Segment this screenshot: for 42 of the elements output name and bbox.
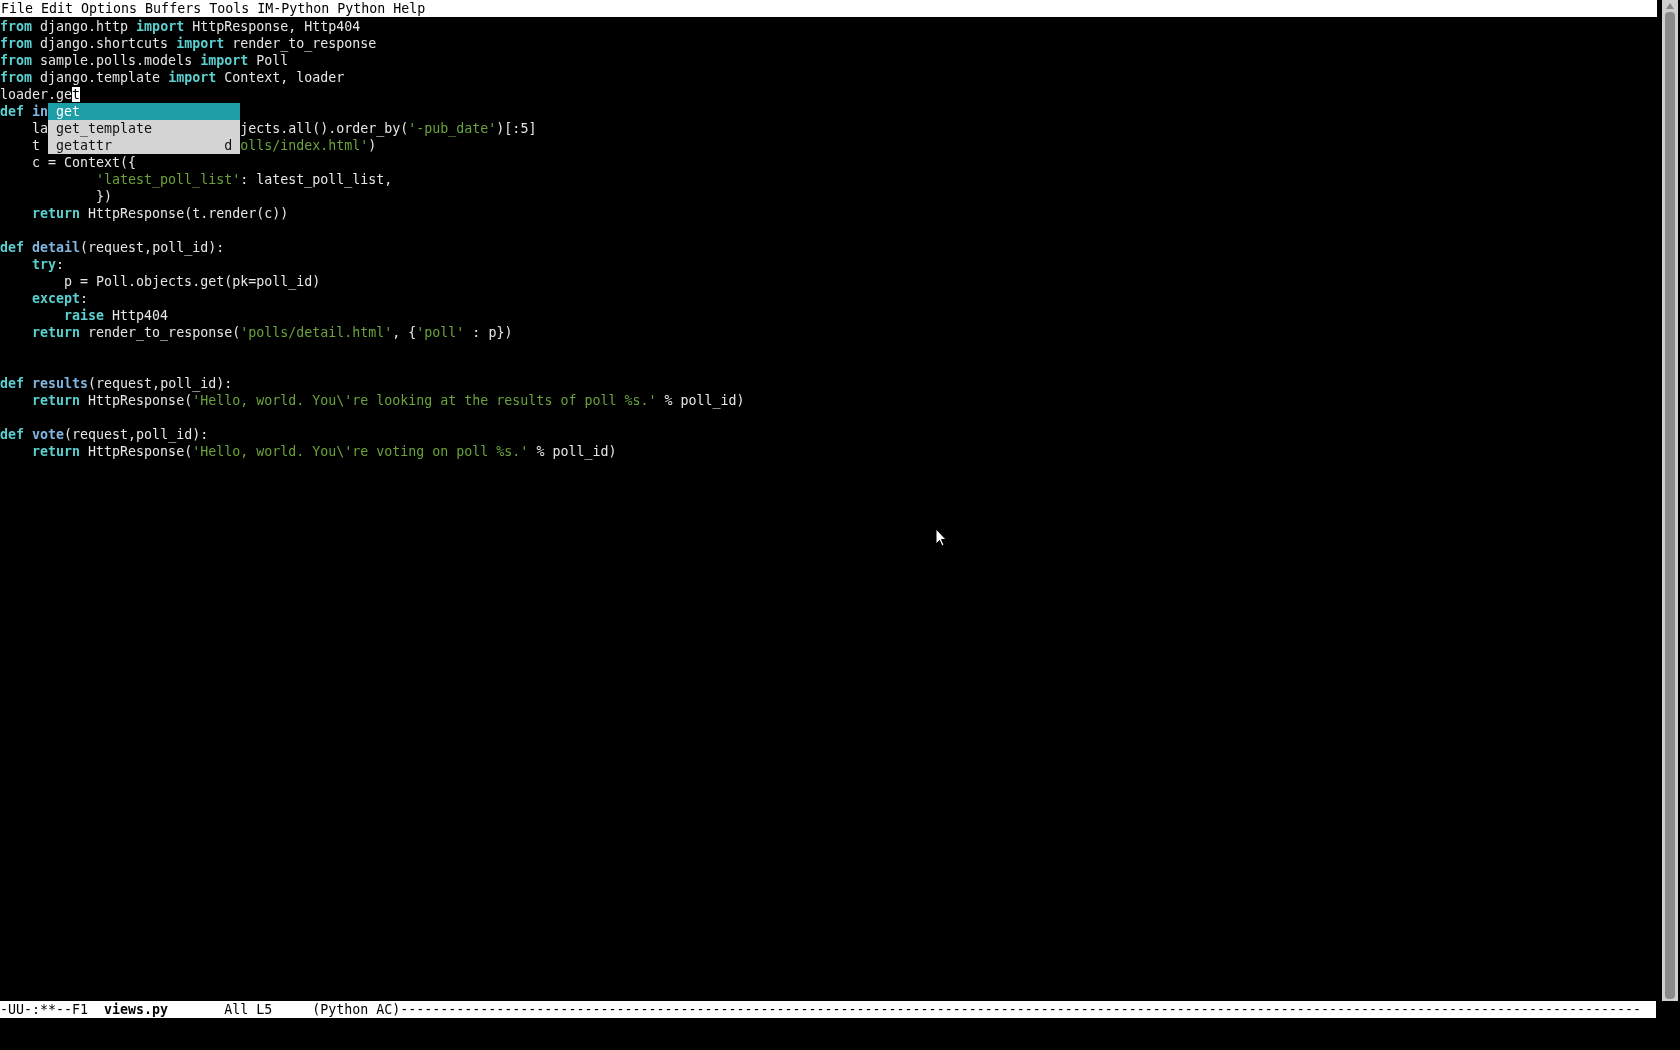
- code-line: la: [31, 120, 49, 137]
- menu-item[interactable]: File: [1, 0, 34, 17]
- scroll-up-icon[interactable]: [1666, 3, 1674, 9]
- buffer-status: -UU-:**--F1: [0, 1001, 89, 1018]
- menu-item[interactable]: IM-Python: [257, 0, 330, 17]
- menu-item[interactable]: Buffers: [145, 0, 202, 17]
- code-line: except:: [31, 290, 89, 307]
- scrollbar[interactable]: [1662, 0, 1678, 1001]
- completion-item[interactable]: getattr d: [48, 137, 241, 154]
- major-mode: (Python AC): [312, 1001, 401, 1018]
- code-line: p = Poll.objects.get(pk=poll_id): [63, 273, 321, 290]
- cursor-position: All L5: [224, 1001, 273, 1018]
- code-line: from django.template import Context, loader: [0, 69, 345, 86]
- code-line: try:: [31, 256, 65, 273]
- code-line: raise Http404: [63, 307, 169, 324]
- scroll-thumb[interactable]: [1665, 12, 1675, 999]
- code-line: return render_to_response('polls/detail.html', {'poll' : p}): [31, 324, 513, 341]
- code-line: from django.http import HttpResponse, Http404: [0, 18, 361, 35]
- menu-item[interactable]: Edit: [41, 0, 74, 17]
- menu-item[interactable]: Python: [337, 0, 386, 17]
- mode-line-fill: -----------------------------------------------------------------------------------------------------------------------------------------------------------: [400, 1001, 1642, 1018]
- code-line: c = Context({: [31, 154, 137, 171]
- code-line: 'latest_poll_list': latest_poll_list,: [95, 171, 393, 188]
- menu-item[interactable]: Tools: [209, 0, 250, 17]
- code-line: from sample.polls.models import Poll: [0, 52, 289, 69]
- code-line: return HttpResponse('Hello, world. You\'re looking at the results of poll %s.' % poll_id): [31, 392, 745, 409]
- code-line: def in: [0, 103, 49, 120]
- mouse-pointer-icon: [935, 528, 947, 547]
- code-line: olls/index.html'): [240, 137, 377, 154]
- code-line: }): [95, 188, 113, 205]
- menu-item[interactable]: Options: [81, 0, 138, 17]
- code-line: def vote(request,poll_id):: [0, 426, 209, 443]
- menu-item[interactable]: Help: [393, 0, 426, 17]
- code-line: def detail(request,poll_id):: [0, 239, 225, 256]
- buffer-name: views.py: [104, 1001, 169, 1018]
- code-line: jects.all().order_by('-pub_date')[:5]: [240, 120, 537, 137]
- code-line: return HttpResponse(t.render(c)): [31, 205, 289, 222]
- code-line: from django.shortcuts import render_to_response: [0, 35, 377, 52]
- completion-item[interactable]: get_template: [48, 120, 241, 137]
- code-line: return HttpResponse('Hello, world. You\'re voting on poll %s.' % poll_id): [31, 443, 617, 460]
- code-line: t: [31, 137, 42, 154]
- code-line: def results(request,poll_id):: [0, 375, 233, 392]
